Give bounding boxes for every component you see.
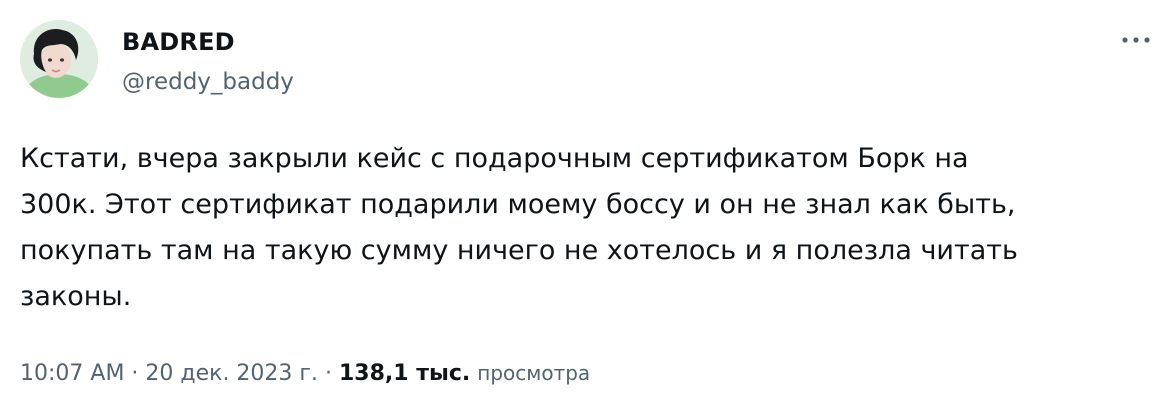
avatar[interactable]	[20, 20, 98, 98]
tweet-date[interactable]: 20 дек. 2023 г.	[145, 361, 318, 386]
views-count: 138,1 тыс.	[338, 361, 471, 386]
avatar-image	[20, 20, 98, 98]
author-block: BADRED @reddy_baddy	[122, 27, 294, 97]
author-handle[interactable]: @reddy_baddy	[122, 67, 294, 97]
views-label: просмотра	[477, 361, 591, 385]
tweet-card: BADRED @reddy_baddy Кстати, вчера закрыл…	[0, 0, 1176, 404]
tweet-time[interactable]: 10:07 AM	[20, 361, 124, 386]
meta-separator: ·	[124, 361, 146, 386]
more-options-button[interactable]	[1116, 30, 1156, 50]
tweet-meta: 10:07 AM · 20 дек. 2023 г. · 138,1 тыс. …	[20, 358, 590, 389]
more-horizontal-icon	[1122, 37, 1150, 43]
meta-separator: ·	[317, 361, 339, 386]
tweet-text: Кстати, вчера закрыли кейс с подарочным …	[20, 143, 1018, 312]
author-display-name[interactable]: BADRED	[122, 27, 294, 57]
